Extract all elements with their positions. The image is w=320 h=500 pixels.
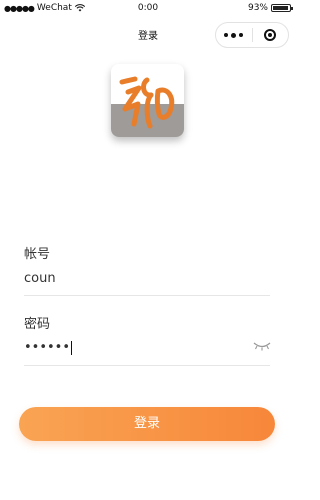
- more-button[interactable]: [216, 23, 252, 47]
- status-right: 93%: [247, 3, 293, 13]
- password-input[interactable]: ••••••: [24, 340, 73, 355]
- text-cursor: [71, 340, 73, 355]
- password-label: 密码: [24, 317, 51, 332]
- battery-percent: 93%: [247, 3, 268, 13]
- battery-icon: [271, 4, 293, 12]
- more-dots-icon: [224, 33, 229, 37]
- app-logo: [111, 64, 184, 137]
- account-label: 帐号: [24, 247, 51, 262]
- battery-fill: [273, 6, 288, 10]
- mini-program-close-icon: [264, 29, 277, 41]
- status-bar: ●●●●● WeChat 0:00 93%: [0, 0, 296, 18]
- password-divider: [24, 365, 270, 366]
- logo-image: [111, 64, 184, 137]
- login-button[interactable]: 登录: [19, 407, 275, 441]
- mini-program-capsule: [215, 22, 289, 48]
- eye-closed-icon[interactable]: [253, 341, 271, 351]
- more-dot-right: [239, 33, 244, 37]
- account-divider: [24, 295, 270, 296]
- close-button[interactable]: [253, 23, 289, 47]
- more-dot-center: [231, 32, 237, 38]
- navigation-bar: 登录: [0, 18, 296, 48]
- password-dots: ••••••: [24, 340, 71, 355]
- account-input[interactable]: coun: [24, 271, 56, 286]
